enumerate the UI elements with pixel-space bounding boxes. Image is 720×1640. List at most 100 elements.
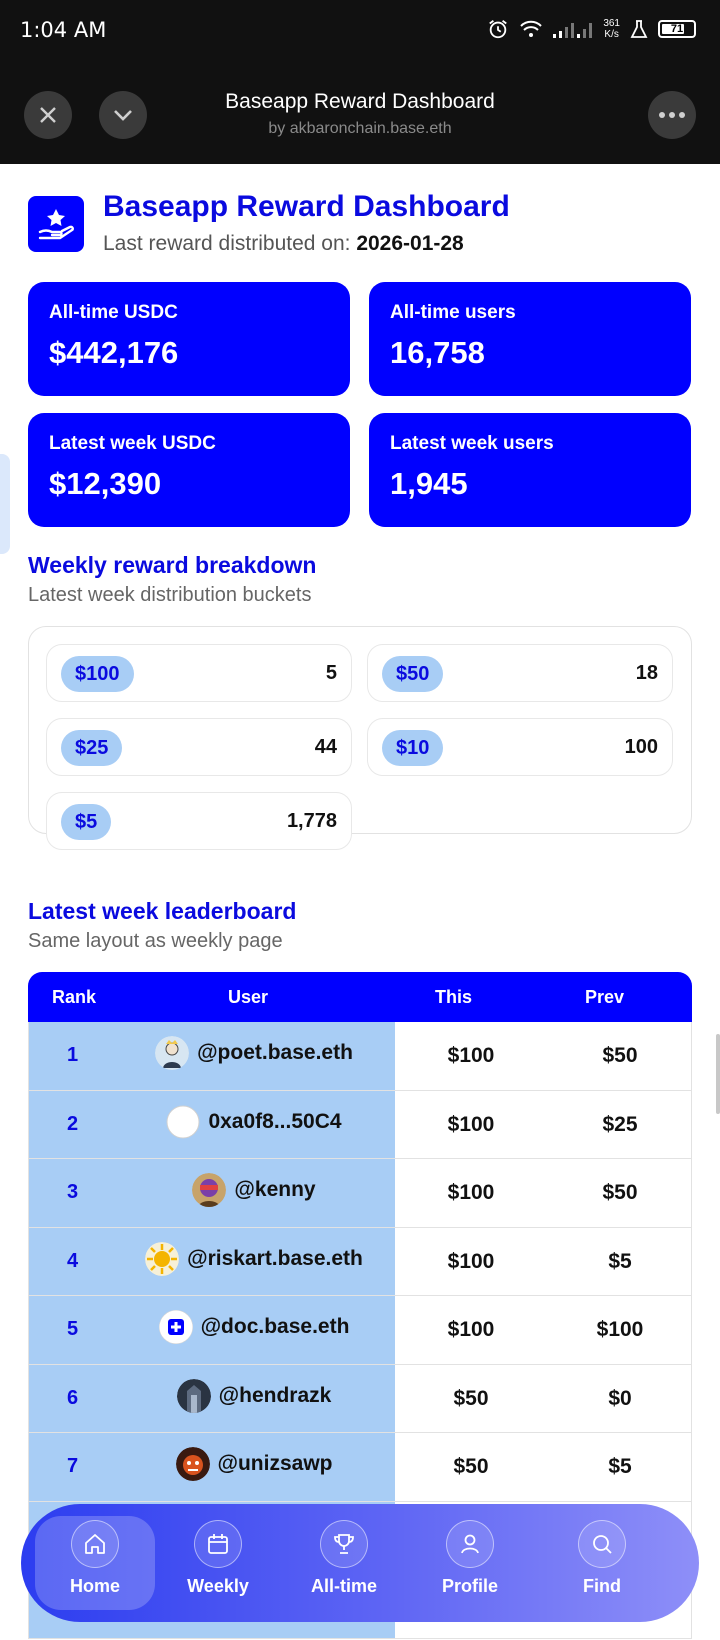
nav-profile[interactable]: Profile (410, 1516, 530, 1610)
bucket-50: $50 18 (367, 644, 673, 702)
nav-weekly[interactable]: Weekly (158, 1516, 278, 1610)
status-bar: 1:04 AM 361 K/s 71 (0, 0, 720, 64)
miniapp-header: Baseapp Reward Dashboard by akbaronchain… (0, 64, 720, 164)
avatar (176, 1378, 211, 1413)
bucket-amount: $50 (382, 656, 444, 692)
bucket-25: $25 44 (46, 718, 352, 776)
avatar (175, 1447, 210, 1481)
row-user[interactable]: @unizsawp (119, 1447, 389, 1481)
main-content[interactable]: Baseapp Reward Dashboard Last reward dis… (0, 164, 720, 1640)
avatar (158, 1310, 193, 1344)
alarm-icon (489, 20, 508, 39)
bucket-amount: $10 (382, 730, 444, 766)
page-title: Baseapp Reward Dashboard (103, 190, 510, 223)
calendar-icon (194, 1520, 242, 1568)
table-row[interactable]: 2 0xa0f8...50C4 $100 $25 (28, 1090, 692, 1159)
row-prev: $5 (608, 1455, 632, 1478)
avatar (155, 1036, 190, 1070)
breakdown-card: $100 5 $50 18 $25 44 $10 100 $5 1,778 (28, 626, 692, 850)
row-user[interactable]: 0xa0f8...50C4 (119, 1105, 389, 1139)
bucket-10: $10 100 (367, 718, 673, 776)
bucket-5: $5 1,778 (46, 792, 352, 850)
row-this: $100 (447, 1044, 495, 1067)
row-user[interactable]: @doc.base.eth (119, 1310, 389, 1344)
nav-home[interactable]: Home (35, 1516, 155, 1610)
bucket-amount: $5 (61, 804, 112, 840)
row-rank: 2 (67, 1112, 79, 1135)
more-dots-icon (659, 112, 685, 118)
row-this: $100 (447, 1181, 495, 1204)
table-row[interactable]: 4 @riskart.base.eth $100 $5 (28, 1227, 692, 1296)
wifi-icon (520, 20, 543, 37)
row-rank: 3 (67, 1181, 79, 1203)
breakdown-title: Weekly reward breakdown (28, 552, 317, 578)
breakdown-subtitle: Latest week distribution buckets (28, 584, 312, 606)
table-row[interactable]: 7 @unizsawp $50 $5 (28, 1433, 692, 1502)
status-icons: 361 K/s 71 (487, 18, 696, 40)
home-icon (71, 1520, 119, 1568)
user-icon (446, 1520, 494, 1568)
bucket-count: 44 (314, 736, 337, 758)
stat-card-latest-week-usdc: Latest week USDC $12,390 (28, 413, 350, 527)
row-rank: 7 (67, 1455, 79, 1477)
col-user: User (228, 987, 269, 1007)
scrollbar[interactable] (716, 1034, 720, 1114)
bucket-count: 100 (624, 736, 658, 758)
trophy-icon (320, 1520, 368, 1568)
leaderboard-subtitle: Same layout as weekly page (28, 930, 283, 952)
row-rank: 4 (67, 1249, 79, 1272)
table-header: Rank User This Prev (28, 972, 692, 1022)
side-drawer-handle[interactable] (0, 454, 10, 554)
col-rank: Rank (52, 987, 97, 1007)
stat-card-alltime-usdc: All-time USDC $442,176 (28, 282, 350, 396)
flask-icon (630, 20, 648, 38)
nav-all-time[interactable]: All-time (284, 1516, 404, 1610)
row-rank: 5 (67, 1318, 79, 1340)
table-row[interactable]: 5 @doc.base.eth $100 $100 (28, 1296, 692, 1365)
col-this: This (435, 987, 473, 1007)
row-prev: $25 (602, 1112, 638, 1136)
row-rank: 6 (67, 1386, 79, 1409)
header-subtitle: by akbaronchain.base.eth (268, 120, 452, 137)
bottom-nav: Home Weekly All-time Profile Find (21, 1504, 699, 1622)
row-prev: $50 (602, 1044, 638, 1067)
bucket-count: 1,778 (286, 810, 337, 832)
avatar (166, 1105, 200, 1139)
row-user[interactable]: @poet.base.eth (119, 1036, 389, 1070)
more-button[interactable] (648, 91, 696, 139)
bucket-count: 18 (635, 662, 658, 684)
row-user[interactable]: @riskart.base.eth (119, 1241, 389, 1276)
row-this: $100 (447, 1249, 495, 1273)
bucket-amount: $25 (61, 730, 123, 766)
avatar (192, 1173, 227, 1207)
last-reward-text: Last reward distributed on: 2026-01-28 (103, 232, 464, 255)
bucket-amount: $100 (61, 656, 134, 692)
net-speed: 361 K/s (603, 18, 620, 40)
battery-icon: 71 (658, 20, 696, 38)
row-this: $50 (453, 1386, 489, 1410)
row-prev: $50 (602, 1181, 638, 1204)
col-prev: Prev (585, 987, 625, 1007)
bucket-count: 5 (325, 662, 337, 684)
header-title: Baseapp Reward Dashboard (225, 90, 495, 113)
row-prev: $5 (608, 1249, 632, 1273)
app-logo (28, 196, 84, 252)
row-this: $100 (447, 1318, 495, 1341)
row-this: $50 (453, 1455, 489, 1478)
row-prev: $0 (608, 1386, 632, 1410)
table-row[interactable]: 3 @kenny $100 $50 (28, 1159, 692, 1228)
avatar (145, 1241, 180, 1276)
stat-card-latest-week-users: Latest week users 1,945 (369, 413, 691, 527)
row-prev: $100 (596, 1318, 644, 1341)
row-user[interactable]: @hendrazk (119, 1378, 389, 1413)
leaderboard-title: Latest week leaderboard (28, 898, 297, 924)
table-row[interactable]: 1 @poet.base.eth $100 $50 (28, 1022, 692, 1091)
search-icon (578, 1520, 626, 1568)
row-user[interactable]: @kenny (119, 1173, 389, 1207)
table-row[interactable]: 6 @hendrazk $50 $0 (28, 1364, 692, 1433)
row-this: $100 (447, 1112, 495, 1136)
nav-find[interactable]: Find (542, 1516, 662, 1610)
stat-card-alltime-users: All-time users 16,758 (369, 282, 691, 396)
signal-icon (553, 23, 593, 38)
bucket-100: $100 5 (46, 644, 352, 702)
